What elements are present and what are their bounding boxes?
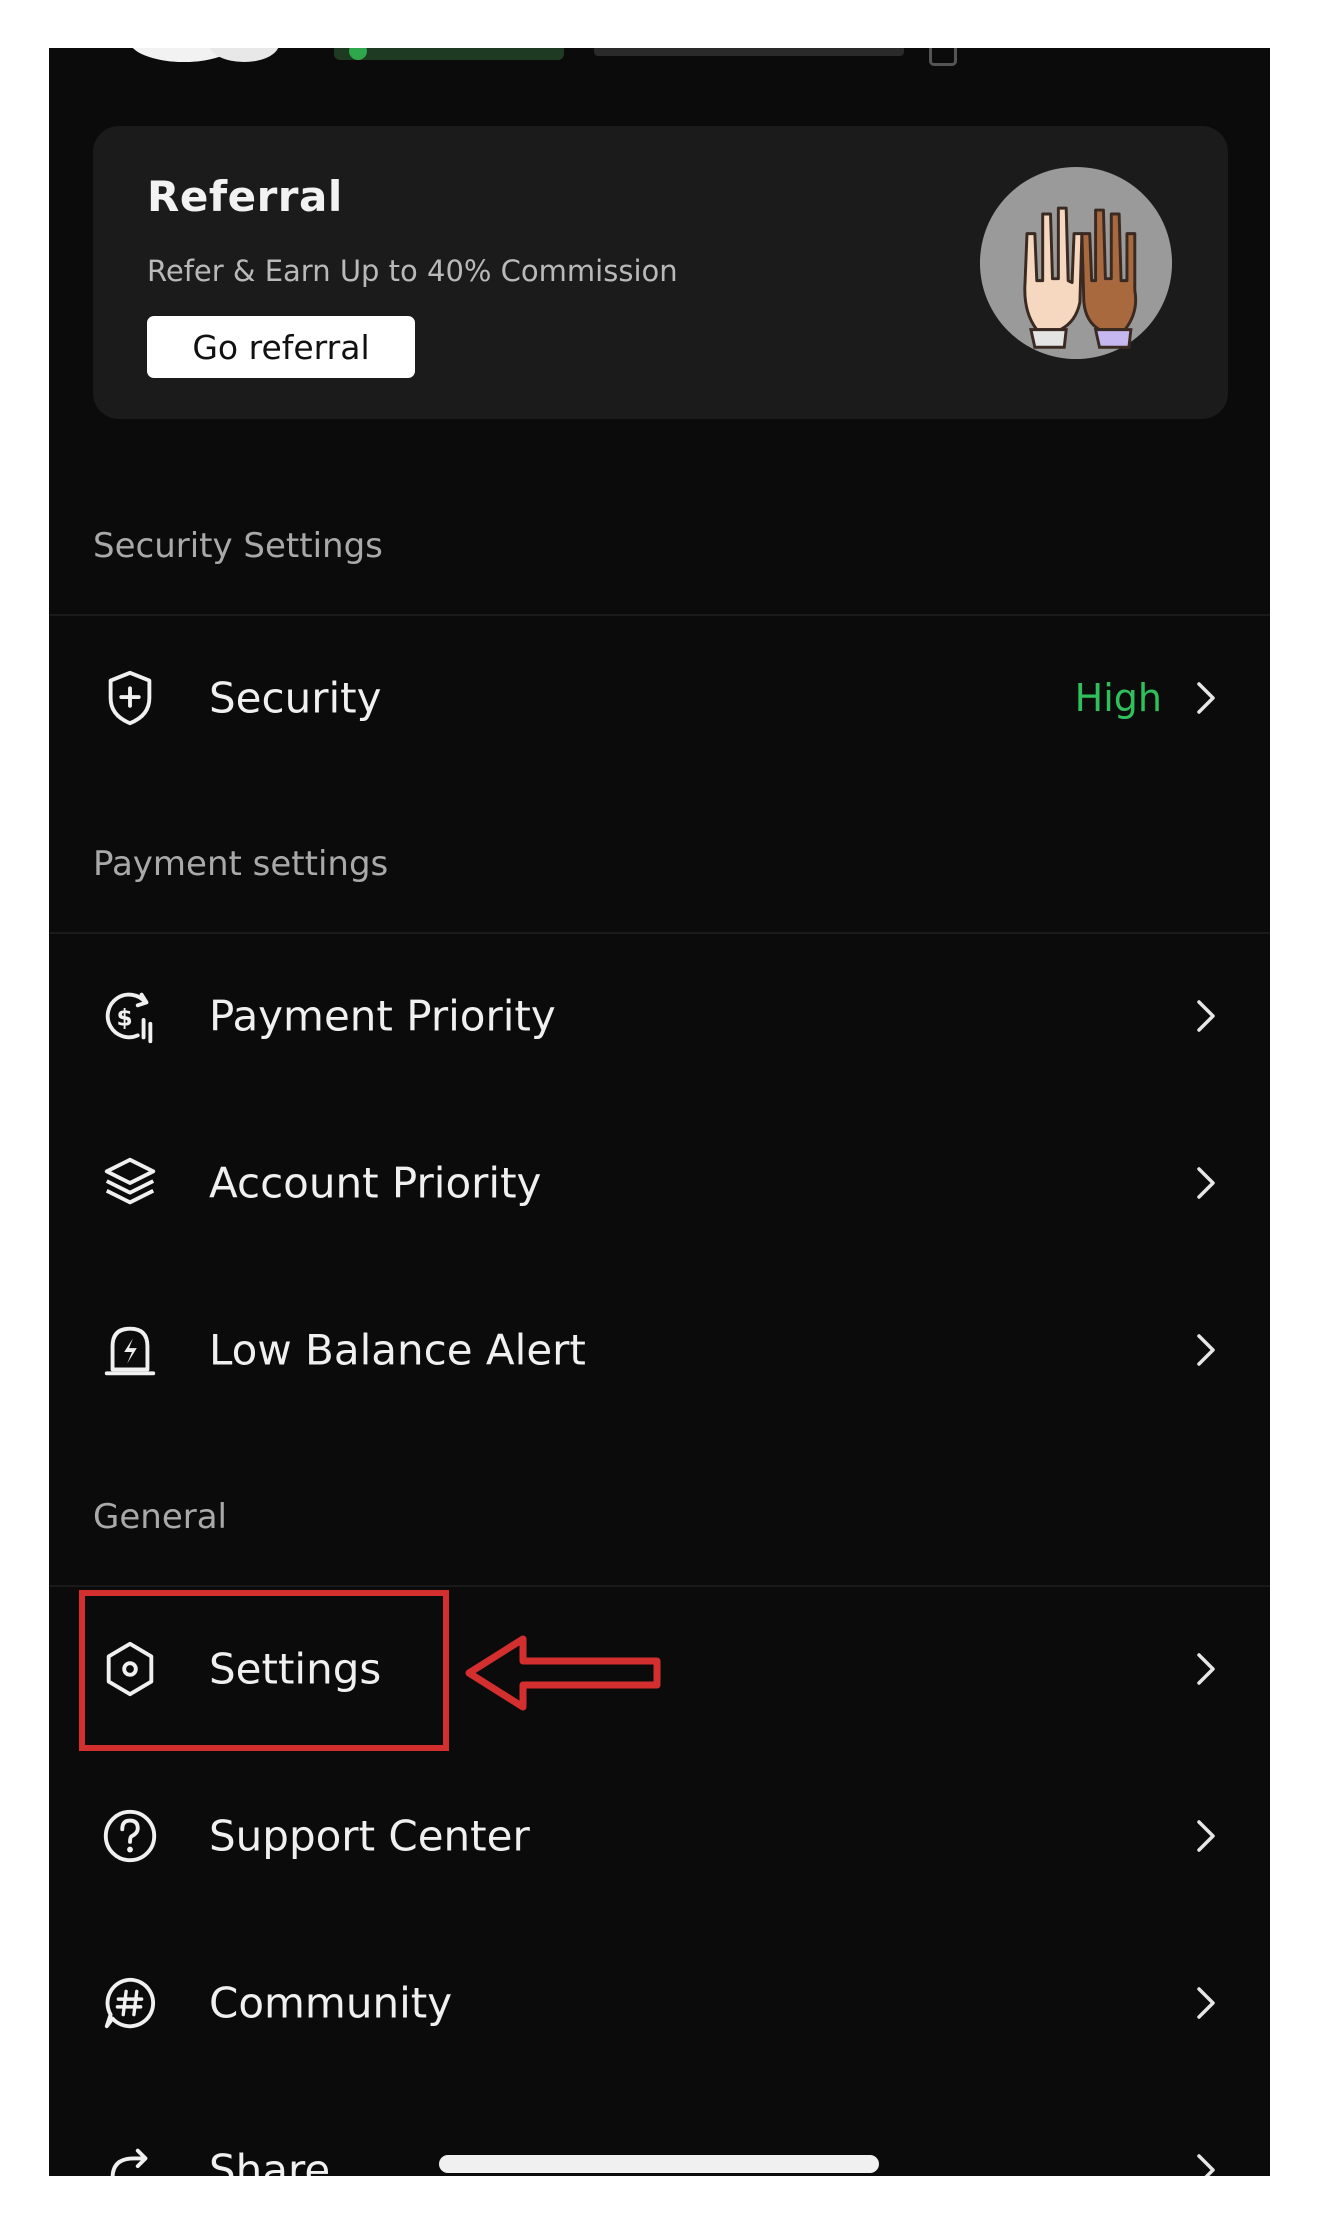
chevron-right-icon bbox=[1194, 1331, 1218, 1369]
chevron-right-icon bbox=[1194, 1984, 1218, 2022]
chevron-right-icon bbox=[1194, 1817, 1218, 1855]
menu-item-label: Support Center bbox=[209, 1811, 530, 1861]
high-five-icon bbox=[978, 165, 1174, 361]
referral-card[interactable]: Referral Refer & Earn Up to 40% Commissi… bbox=[93, 126, 1228, 419]
security-level-value: High bbox=[1074, 676, 1162, 720]
chevron-right-icon bbox=[1194, 2151, 1218, 2176]
svg-text:$: $ bbox=[116, 1005, 132, 1032]
go-referral-button[interactable]: Go referral bbox=[147, 316, 415, 378]
chevron-right-icon bbox=[1194, 1164, 1218, 1202]
menu-item-payment-priority[interactable]: $ Payment Priority bbox=[49, 936, 1270, 1096]
menu-item-account-priority[interactable]: Account Priority bbox=[49, 1103, 1270, 1263]
dollar-cycle-icon: $ bbox=[99, 985, 161, 1047]
menu-item-label: Account Priority bbox=[209, 1158, 542, 1208]
menu-item-label: Payment Priority bbox=[209, 991, 556, 1041]
annotation-arrow-icon bbox=[463, 1631, 663, 1715]
menu-item-label: Low Balance Alert bbox=[209, 1325, 586, 1375]
referral-subtitle: Refer & Earn Up to 40% Commission bbox=[147, 254, 678, 288]
divider bbox=[49, 932, 1270, 934]
divider bbox=[49, 1585, 1270, 1587]
menu-item-community[interactable]: Community bbox=[49, 1923, 1270, 2083]
section-label-general: General bbox=[93, 1497, 227, 1537]
divider bbox=[49, 614, 1270, 616]
menu-item-label: Share bbox=[209, 2145, 331, 2177]
question-circle-icon bbox=[99, 1805, 161, 1867]
chevron-right-icon bbox=[1194, 1650, 1218, 1688]
share-icon bbox=[99, 2139, 161, 2176]
chevron-right-icon bbox=[1194, 679, 1218, 717]
referral-title: Referral bbox=[147, 172, 343, 221]
section-label-payment: Payment settings bbox=[93, 844, 389, 884]
hash-chat-icon bbox=[99, 1972, 161, 2034]
shield-plus-icon bbox=[99, 667, 161, 729]
chevron-right-icon bbox=[1194, 997, 1218, 1035]
menu-item-label: Security bbox=[209, 673, 382, 723]
section-label-security: Security Settings bbox=[93, 526, 383, 566]
menu-item-support-center[interactable]: Support Center bbox=[49, 1756, 1270, 1916]
alert-bolt-icon bbox=[99, 1319, 161, 1381]
account-menu-screen: Referral Refer & Earn Up to 40% Commissi… bbox=[49, 48, 1270, 2176]
menu-item-low-balance-alert[interactable]: Low Balance Alert bbox=[49, 1270, 1270, 1430]
layers-icon bbox=[99, 1152, 161, 1214]
menu-item-security[interactable]: Security High bbox=[49, 618, 1270, 778]
settings-highlight-box bbox=[79, 1590, 449, 1751]
home-indicator bbox=[439, 2155, 879, 2173]
menu-item-label: Community bbox=[209, 1978, 453, 2028]
cropped-profile-header bbox=[49, 48, 1270, 70]
